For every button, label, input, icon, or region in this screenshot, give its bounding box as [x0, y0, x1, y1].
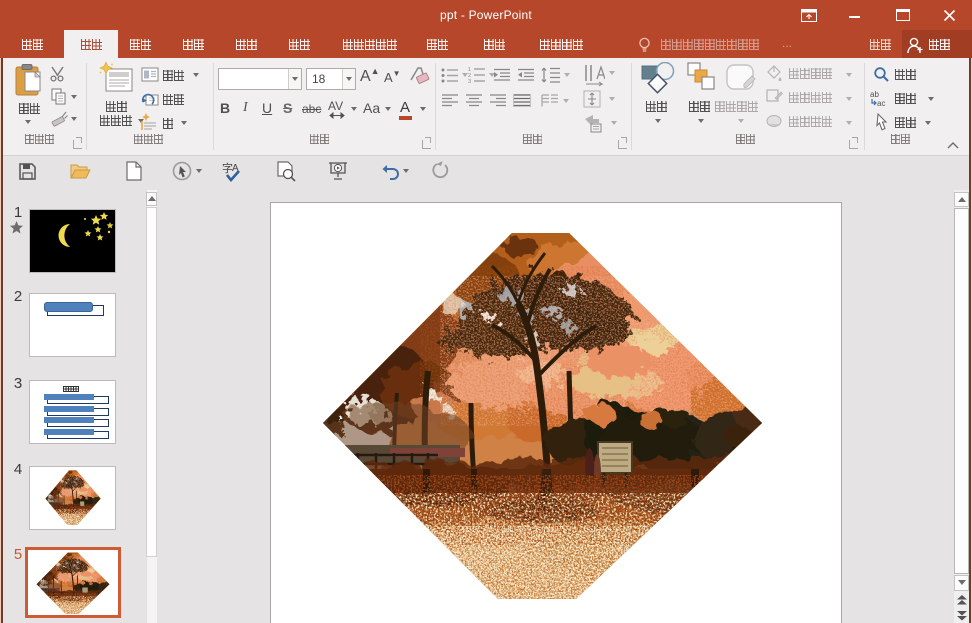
svg-text:ab: ab [870, 90, 879, 99]
svg-text:ac: ac [877, 99, 885, 107]
svg-text:3: 3 [468, 79, 471, 84]
